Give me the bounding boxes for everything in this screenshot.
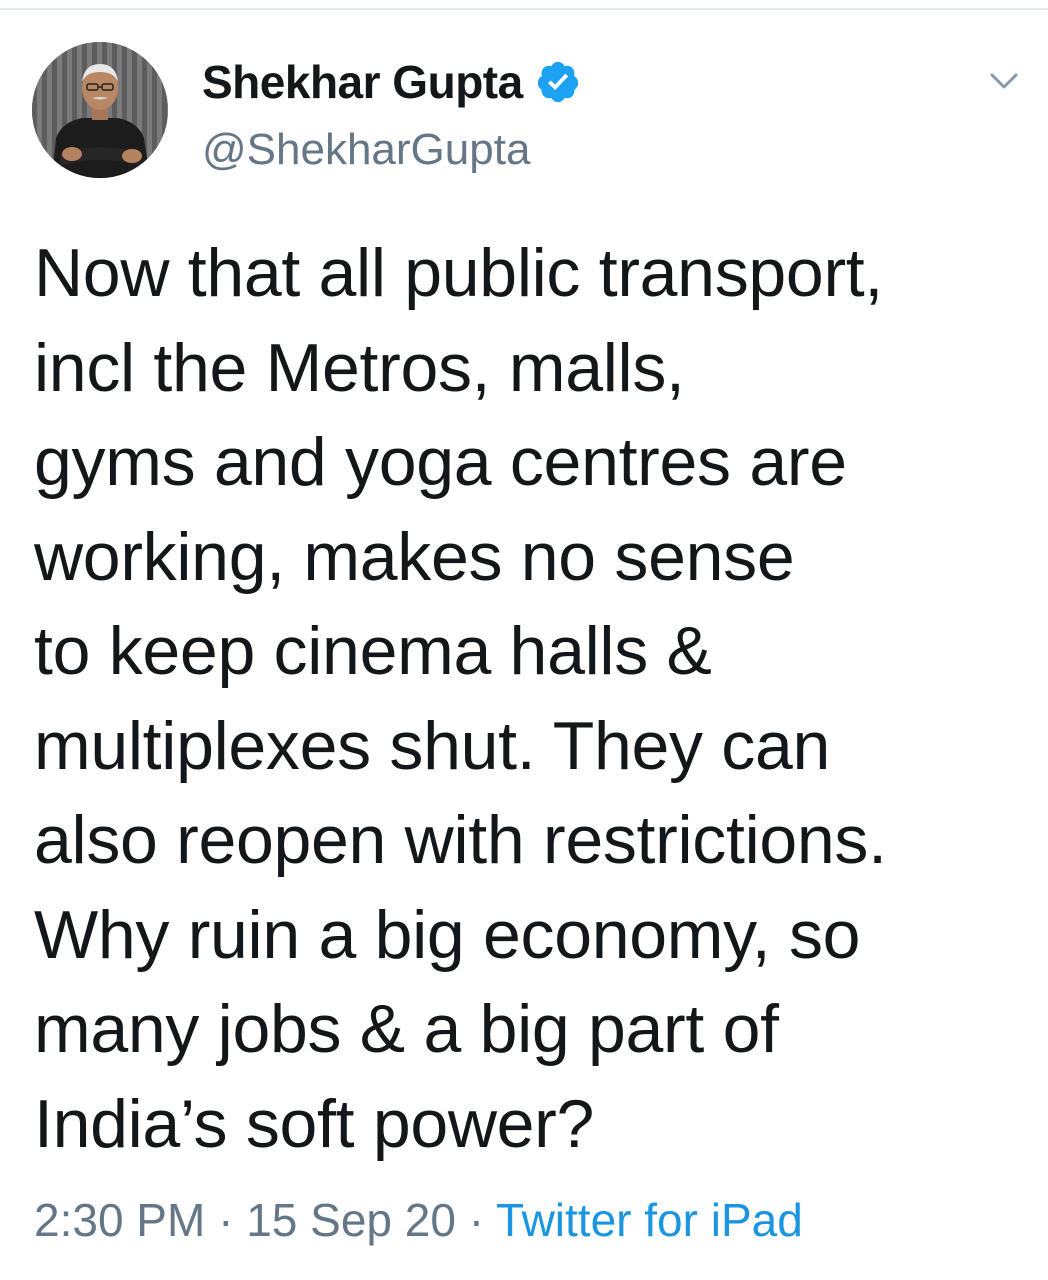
avatar[interactable] (32, 42, 168, 178)
tweet-meta: 2:30 PM · 15 Sep 20 · Twitter for iPad (34, 1190, 803, 1250)
tweet-text-line: working, makes no sense (34, 518, 795, 595)
tweet-text-line: multiplexes shut. They can (34, 707, 831, 784)
tweet-text-line: many jobs & a big part of (34, 991, 779, 1067)
meta-separator: · (218, 1194, 234, 1246)
tweet-text-line: Now that all public transport, (34, 235, 883, 311)
meta-separator: · (468, 1194, 485, 1246)
tweet-time[interactable]: 2:30 PM (34, 1194, 205, 1246)
tweet-text-line: gyms and yoga centres are (34, 424, 847, 500)
author-name-row[interactable]: Shekhar Gupta (202, 54, 581, 110)
tweet-text-line: India’s soft power? (34, 1085, 595, 1162)
author-name[interactable]: Shekhar Gupta (202, 54, 523, 110)
tweet-text: Now that all public transport, incl the … (34, 226, 1024, 1171)
avatar-photo (32, 42, 168, 178)
author-handle[interactable]: @ShekharGupta (202, 122, 530, 178)
tweet-date[interactable]: 15 Sep 20 (246, 1194, 456, 1246)
chevron-down-icon[interactable] (984, 66, 1024, 96)
tweet-source-link[interactable]: Twitter for iPad (496, 1194, 803, 1246)
tweet-text-line: incl the Metros, malls, (34, 329, 685, 406)
verified-badge-icon (535, 59, 581, 105)
tweet-text-line: also reopen with restrictions. (34, 802, 887, 878)
tweet-text-line: Why ruin a big economy, so (34, 896, 861, 973)
tweet-text-line: to keep cinema halls & (34, 613, 712, 689)
top-divider (0, 8, 1048, 10)
